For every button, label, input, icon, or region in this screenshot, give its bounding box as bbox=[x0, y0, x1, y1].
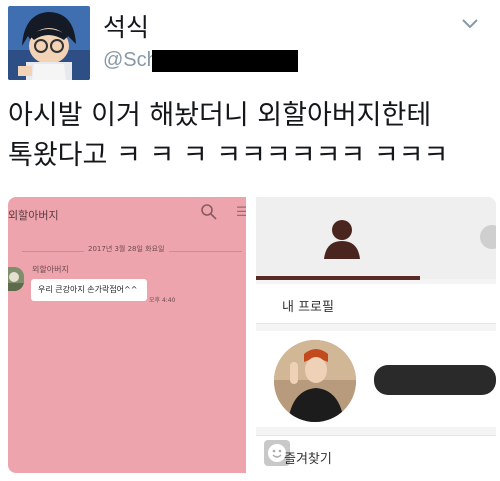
tweet-text: 아시발 이거 해놨더니 외할아버지한테 톡왔다고 ㅋ ㅋ ㅋ ㅋㅋㅋㅋㅋㅋ ㅋㅋ… bbox=[8, 100, 449, 171]
my-profile-label: 내 프로필 bbox=[282, 300, 334, 315]
profile-tab-bar bbox=[256, 197, 496, 279]
chat-bubble-icon bbox=[480, 225, 496, 249]
active-tab-underline bbox=[256, 276, 420, 280]
search-icon bbox=[200, 203, 218, 221]
user-handle[interactable]: @Sch bbox=[103, 49, 158, 72]
my-profile-header: 내 프로필 bbox=[256, 284, 496, 324]
favorites-row: 즐겨찾기 bbox=[256, 435, 496, 473]
favorites-label: 즐겨찾기 bbox=[284, 452, 332, 467]
chat-date: 2017년 3월 28일 화요일 bbox=[84, 244, 169, 254]
profile-card bbox=[256, 331, 496, 427]
attached-photo-chat[interactable]: 외할아버지 ☰ 2017년 3월 28일 화요일 외할아버지 우리 큰강아지 손… bbox=[8, 197, 246, 473]
profile-photo bbox=[274, 340, 356, 422]
sender-avatar bbox=[8, 267, 24, 291]
sender-name: 외할아버지 bbox=[32, 265, 69, 274]
handle-redaction bbox=[152, 50, 298, 72]
display-name[interactable]: 석식 bbox=[103, 8, 149, 44]
profile-name-redaction bbox=[374, 365, 496, 395]
message-bubble: 우리 큰강아지 손가락접어^^ bbox=[31, 279, 147, 301]
attached-photo-profile[interactable]: 내 프로필 즐겨찾기 bbox=[256, 197, 496, 473]
chevron-down-icon[interactable] bbox=[460, 16, 480, 30]
chat-title: 외할아버지 bbox=[8, 209, 59, 222]
person-icon bbox=[322, 217, 362, 259]
message-time: 오후 4:40 bbox=[149, 297, 176, 304]
user-avatar[interactable] bbox=[8, 6, 90, 80]
menu-icon: ☰ bbox=[236, 205, 246, 220]
